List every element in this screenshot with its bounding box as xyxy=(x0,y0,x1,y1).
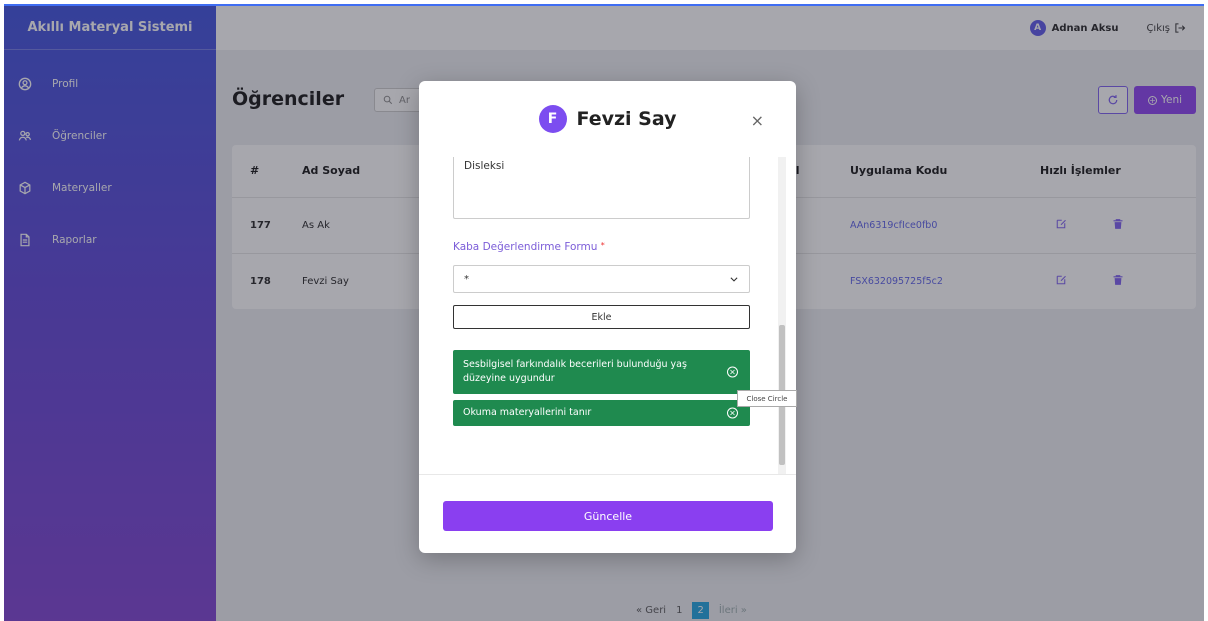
form-select[interactable]: * xyxy=(453,265,750,293)
modal-title: Fevzi Say xyxy=(576,108,677,130)
close-circle-icon[interactable]: × xyxy=(727,407,738,419)
chip-label: Okuma materyallerini tanır xyxy=(463,407,592,418)
modal-body[interactable]: Disleksi Kaba Değerlendirme Formu * * Ek… xyxy=(419,157,796,475)
close-icon[interactable]: × xyxy=(751,111,764,130)
update-button[interactable]: Güncelle xyxy=(443,501,773,531)
form-label-text: Kaba Değerlendirme Formu xyxy=(453,241,598,253)
selected-item-chip: Okuma materyallerini tanır × xyxy=(453,400,750,426)
chip-label: Sesbilgisel farkındalık becerileri bulun… xyxy=(463,359,687,384)
form-select-value: * xyxy=(464,273,469,285)
selected-item-chip: Sesbilgisel farkındalık becerileri bulun… xyxy=(453,350,750,394)
app-window: Akıllı Materyal Sistemi Profil Öğrencile… xyxy=(4,4,1204,621)
notes-textarea[interactable]: Disleksi xyxy=(453,157,750,219)
add-button[interactable]: Ekle xyxy=(453,305,750,329)
chevron-down-icon xyxy=(730,277,738,282)
student-modal: F Fevzi Say × Disleksi Kaba Değerlendirm… xyxy=(419,81,796,553)
form-label: Kaba Değerlendirme Formu * xyxy=(453,241,605,253)
avatar: F xyxy=(538,105,567,133)
tooltip: Close Circle xyxy=(737,390,797,407)
modal-header: F Fevzi Say × xyxy=(419,81,796,157)
close-circle-icon[interactable]: × xyxy=(727,366,738,378)
required-marker: * xyxy=(600,241,605,250)
